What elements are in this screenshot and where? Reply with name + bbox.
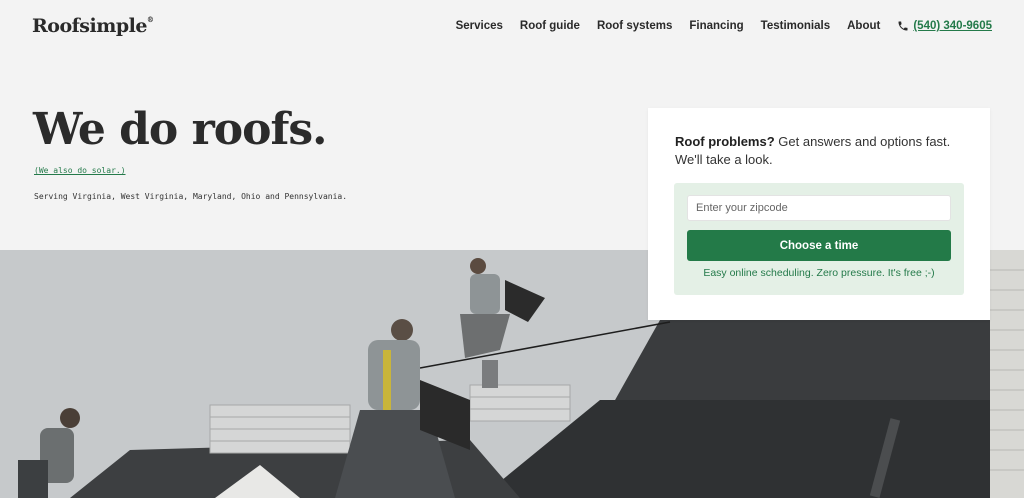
phone-icon <box>898 21 908 31</box>
phone-contact: (540) 340-9605 <box>897 20 992 32</box>
logo-text: Roofsimple <box>32 15 147 37</box>
logo-registered-mark: ® <box>146 14 154 24</box>
scheduling-note: Easy online scheduling. Zero pressure. I… <box>703 267 935 279</box>
hero-title: We do roofs. <box>33 104 327 155</box>
solar-link[interactable]: (We also do solar.) <box>34 166 126 175</box>
nav-financing[interactable]: Financing <box>689 20 743 32</box>
choose-time-button[interactable]: Choose a time <box>687 230 951 261</box>
main-nav: Services Roof guide Roof systems Financi… <box>439 20 992 32</box>
card-lead: Roof problems? Get answers and options f… <box>675 133 975 169</box>
nav-services[interactable]: Services <box>456 20 503 32</box>
nav-roof-guide[interactable]: Roof guide <box>520 20 580 32</box>
nav-about[interactable]: About <box>847 20 880 32</box>
site-header: Roofsimple® Services Roof guide Roof sys… <box>0 0 1024 56</box>
phone-link[interactable]: (540) 340-9605 <box>913 20 992 32</box>
service-area-text: Serving Virginia, West Virginia, Marylan… <box>34 192 348 201</box>
zip-card: Roof problems? Get answers and options f… <box>648 108 990 320</box>
scheduling-panel: Choose a time Easy online scheduling. Ze… <box>674 183 964 295</box>
zipcode-input[interactable] <box>687 195 951 221</box>
nav-roof-systems[interactable]: Roof systems <box>597 20 672 32</box>
nav-testimonials[interactable]: Testimonials <box>761 20 830 32</box>
card-lead-bold: Roof problems? <box>675 134 775 149</box>
logo[interactable]: Roofsimple® <box>32 14 154 37</box>
